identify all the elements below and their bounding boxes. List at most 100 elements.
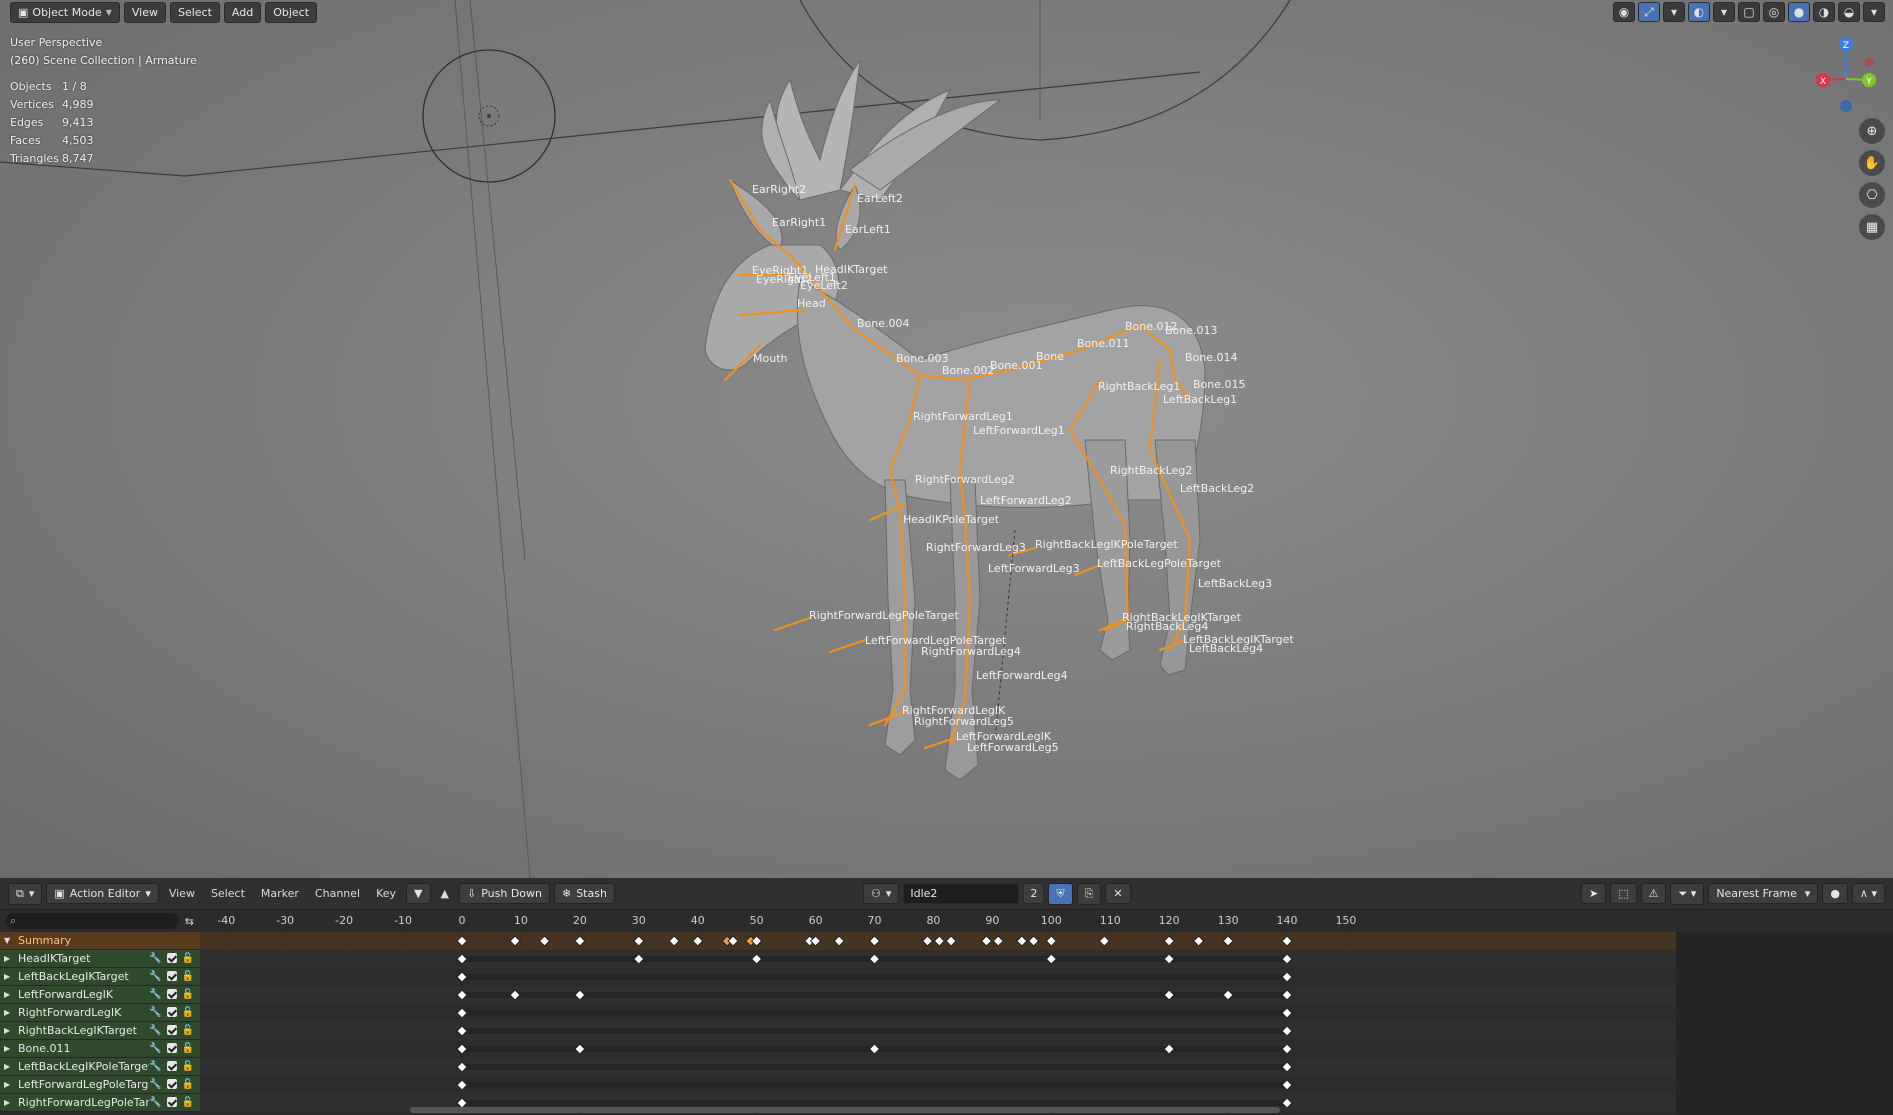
lock-icon[interactable]: 🔓 [182,989,194,1000]
channel-enabled-checkbox[interactable] [166,1097,177,1107]
expand-right-icon[interactable]: ▶ [4,1008,18,1017]
action-name-field[interactable]: Idle2 [903,883,1020,904]
stash-button[interactable]: ❄ Stash [553,883,615,904]
expand-right-icon[interactable]: ▶ [4,1044,18,1053]
object-menu[interactable]: Object [265,1,318,23]
expand-right-icon[interactable]: ▶ [4,954,18,963]
pan-hand-icon[interactable]: ✋ [1859,150,1885,176]
next-layer-button[interactable]: ▲ [435,884,455,903]
xray-toggle-icon[interactable]: ▢ [1738,2,1760,22]
channel-enabled-checkbox[interactable] [166,971,177,981]
navigation-gizmo[interactable]: Z X Y [1811,34,1881,114]
wrench-modifier-icon[interactable]: 🔧 [149,1025,161,1036]
expand-right-icon[interactable]: ▶ [4,1080,18,1089]
channel-row[interactable]: ▶ HeadIKTarget 🔧 🔓 [0,950,200,968]
prev-layer-button[interactable]: ▼ [406,883,431,904]
lock-icon[interactable]: 🔓 [182,953,194,964]
expand-right-icon[interactable]: ▶ [4,1098,18,1107]
mode-dropdown[interactable]: ▣ Action Editor ▾ [46,883,159,904]
wrench-modifier-icon[interactable]: 🔧 [149,1061,161,1072]
channel-row[interactable]: ▶ LeftBackLegIKTarget 🔧 🔓 [0,968,200,986]
channel-enabled-checkbox[interactable] [166,1025,177,1035]
lock-icon[interactable]: 🔓 [182,971,194,982]
select-menu[interactable]: Select [169,1,220,23]
channel-enabled-checkbox[interactable] [166,989,177,999]
wrench-modifier-icon[interactable]: 🔧 [149,1043,161,1054]
view-menu[interactable]: View [163,884,201,903]
frame-ruler[interactable]: -40 -30 -20 -10 0 10 20 30 40 50 60 70 80 90 100 110 120… [200,910,1893,932]
gizmo-dropdown-icon[interactable]: ▾ [1663,2,1685,22]
camera-view-icon[interactable]: ⎔ [1859,182,1885,208]
keyframe-area[interactable] [200,932,1893,1115]
gizmo-toggle-icon[interactable]: ⤢ [1638,2,1660,22]
keyframe-timeline[interactable]: -40 -30 -20 -10 0 10 20 30 40 50 60 70 80 90 100 110 120… [200,910,1893,1115]
snapping-dropdown[interactable]: Nearest Frame ▾ [1708,883,1819,904]
overlays-dropdown-icon[interactable]: ▾ [1713,2,1735,22]
channel-row[interactable]: ▶ RightBackLegIKTarget 🔧 🔓 [0,1022,200,1040]
channel-enabled-checkbox[interactable] [166,1043,177,1053]
wrench-modifier-icon[interactable]: 🔧 [149,971,161,982]
mode-dropdown[interactable]: ▣ Object Mode ▼ [10,1,120,23]
horizontal-scrollbar[interactable] [410,1107,1280,1113]
channel-enabled-checkbox[interactable] [166,1007,177,1017]
proportional-edit-icon[interactable]: ● [1822,883,1848,904]
wrench-modifier-icon[interactable]: 🔧 [149,1007,161,1018]
channel-enabled-checkbox[interactable] [166,1061,177,1071]
marker-menu[interactable]: Marker [255,884,305,903]
shading-dropdown-icon[interactable]: ▾ [1863,2,1885,22]
add-menu[interactable]: Add [223,1,262,23]
3d-viewport[interactable]: EarRight2 EarRight1 EarLeft2 EarLeft1 EyeRig… [0,0,1893,878]
show-hidden-icon[interactable]: ⬚ [1610,883,1637,904]
channel-row[interactable]: ▶ RightForwardLegPoleTarg 🔧 🔓 [0,1094,200,1112]
visibility-eye-icon[interactable]: ◉ [1613,2,1635,22]
scene-canvas[interactable]: EarRight2EarRight1EarLeft2EarLeft1EyeRig… [0,0,1893,878]
expand-right-icon[interactable]: ▶ [4,1062,18,1071]
expand-right-icon[interactable]: ▶ [4,990,18,999]
channel-row[interactable]: ▶ Bone.011 🔧 🔓 [0,1040,200,1058]
overlays-icon[interactable]: ◐ [1688,2,1710,22]
filter-icon[interactable]: ⏷ ▾ [1670,882,1705,905]
lock-icon[interactable]: 🔓 [182,1079,194,1090]
expand-right-icon[interactable]: ▶ [4,1026,18,1035]
channel-search-input[interactable]: ⌕ [6,913,179,929]
select-menu[interactable]: Select [205,884,251,903]
fake-user-shield-icon[interactable]: ⛨ [1048,882,1073,905]
zoom-icon[interactable]: ⊕ [1859,118,1885,144]
channel-row[interactable]: ▶ LeftForwardLegPoleTarget 🔧 🔓 [0,1076,200,1094]
channel-enabled-checkbox[interactable] [166,953,177,963]
unlink-close-icon[interactable]: ✕ [1105,883,1131,904]
push-down-button[interactable]: ⇩ Push Down [458,883,550,904]
falloff-curve-icon[interactable]: ∧ ▾ [1851,883,1885,904]
expand-right-icon[interactable]: ▶ [4,972,18,981]
wrench-modifier-icon[interactable]: 🔧 [149,1097,161,1108]
wrench-modifier-icon[interactable]: 🔧 [149,1079,161,1090]
view-menu[interactable]: View [123,1,166,23]
only-selected-icon[interactable]: ➤ [1580,883,1607,904]
key-menu[interactable]: Key [370,884,402,903]
lock-icon[interactable]: 🔓 [182,1043,194,1054]
channel-menu[interactable]: Channel [309,884,366,903]
swap-arrows-icon[interactable]: ⇆ [185,915,194,928]
wrench-modifier-icon[interactable]: 🔧 [149,989,161,1000]
lock-icon[interactable]: 🔓 [182,1061,194,1072]
editor-type-dropdown[interactable]: ⧉ ▾ [8,882,43,905]
solid-shading-icon[interactable]: ● [1788,2,1810,22]
action-users-count[interactable]: 2 [1023,883,1045,904]
wireframe-shading-icon[interactable]: ◎ [1763,2,1785,22]
channel-row[interactable]: ▶ RightForwardLegIK 🔧 🔓 [0,1004,200,1022]
new-action-icon[interactable]: ⎘ [1076,882,1102,905]
channel-enabled-checkbox[interactable] [166,1079,177,1089]
only-errors-icon[interactable]: ⚠ [1640,883,1667,904]
expand-down-icon[interactable]: ▼ [4,936,18,945]
material-shading-icon[interactable]: ◑ [1813,2,1835,22]
lock-icon[interactable]: 🔓 [182,1025,194,1036]
action-browse-button[interactable]: ⚇ ▾ [862,883,900,904]
rendered-shading-icon[interactable]: ◒ [1838,2,1860,22]
wrench-modifier-icon[interactable]: 🔧 [149,953,161,964]
lock-icon[interactable]: 🔓 [182,1007,194,1018]
channel-row[interactable]: ▶ LeftBackLegIKPoleTarget 🔧 🔓 [0,1058,200,1076]
summary-channel[interactable]: ▼ Summary [0,932,200,950]
ortho-grid-icon[interactable]: ▦ [1859,214,1885,240]
channel-row[interactable]: ▶ LeftForwardLegIK 🔧 🔓 [0,986,200,1004]
lock-icon[interactable]: 🔓 [182,1097,194,1108]
